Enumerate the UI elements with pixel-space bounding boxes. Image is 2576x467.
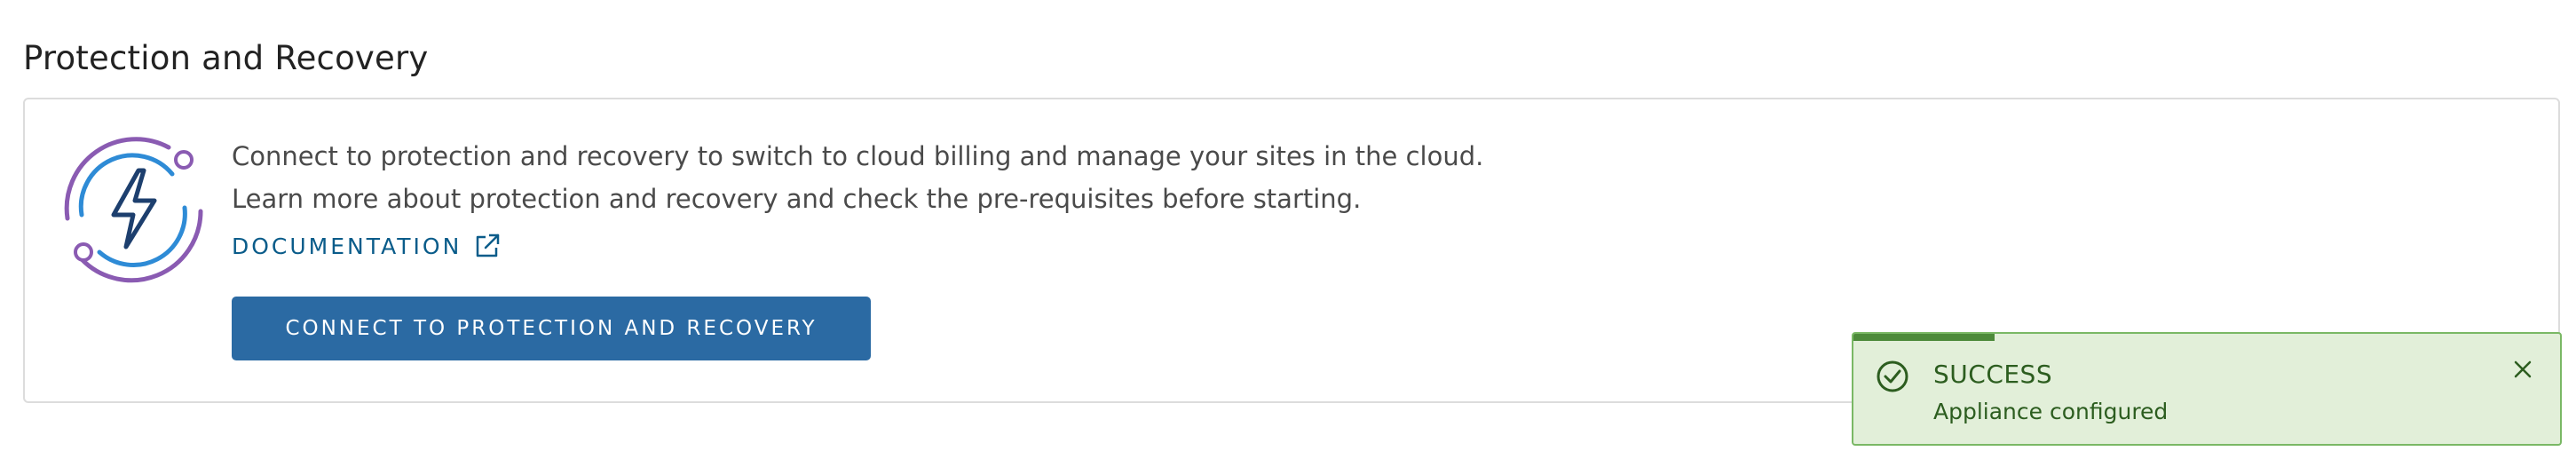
success-toast: SUCCESS Appliance configured xyxy=(1852,332,2562,446)
toast-message: Appliance configured xyxy=(1933,399,2169,424)
lightning-bolt-orbit-icon xyxy=(64,137,203,283)
connect-button[interactable]: CONNECT TO PROTECTION AND RECOVERY xyxy=(232,297,871,360)
description-line-2: Learn more about protection and recovery… xyxy=(232,184,1362,214)
card-description: Connect to protection and recovery to sw… xyxy=(232,135,1483,259)
close-icon[interactable] xyxy=(2509,355,2537,384)
documentation-link[interactable]: DOCUMENTATION xyxy=(232,233,1483,259)
external-link-icon xyxy=(477,234,500,257)
documentation-link-label: DOCUMENTATION xyxy=(232,233,462,259)
page-title: Protection and Recovery xyxy=(23,39,429,77)
toast-progress-bar xyxy=(1853,334,1995,341)
toast-title: SUCCESS xyxy=(1933,360,2053,389)
check-circle-icon xyxy=(1877,360,1908,392)
description-line-1: Connect to protection and recovery to sw… xyxy=(232,141,1484,171)
